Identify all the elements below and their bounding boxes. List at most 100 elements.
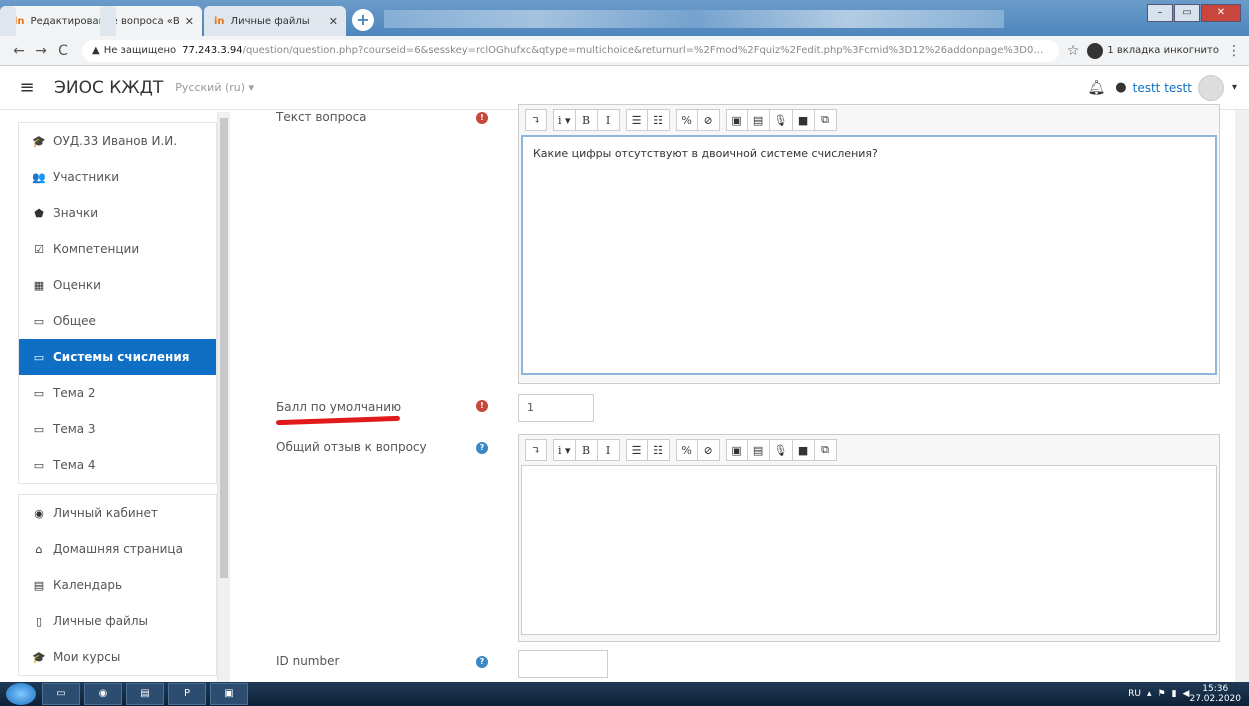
messages-icon[interactable]: ● (1115, 80, 1126, 95)
scrollbar-thumb[interactable] (220, 118, 228, 578)
incognito-indicator[interactable]: 1 вкладка инкогнито (1087, 42, 1219, 59)
folder-icon: ▭ (33, 314, 45, 328)
new-tab-button[interactable]: + (352, 9, 374, 31)
clock[interactable]: 15:36 27.02.2020 (1189, 684, 1241, 704)
site-name[interactable]: ЭИОС КЖДТ (54, 78, 163, 98)
bullet-list-icon[interactable]: ☰ (625, 439, 648, 461)
toolbar-group: % ⊘ (675, 109, 720, 131)
page-scrollbar[interactable] (1235, 110, 1249, 682)
numbered-list-icon[interactable]: ☷ (647, 439, 670, 461)
sidebar-item[interactable]: ◉ Личный кабинет (19, 495, 216, 531)
folder-icon: ▭ (33, 422, 45, 436)
info-style-icon[interactable]: i ▾ (553, 439, 576, 461)
notification-bell-icon[interactable]: 🔔︎ (1088, 80, 1106, 96)
editor-toolbar: ↴ i ▾ B I ☰ ☷% ⊘ ▣ ▤ 🎙︎ ■ ⧉ (519, 105, 1219, 135)
sidebar-item[interactable]: ▭ Общее (19, 303, 216, 339)
back-icon[interactable]: ← (8, 43, 30, 59)
close-icon[interactable]: ✕ (329, 15, 338, 28)
record-audio-icon[interactable]: 🎙︎ (769, 109, 793, 131)
explorer-taskbar-icon[interactable]: ▭ (42, 683, 80, 705)
sidebar-item[interactable]: 👥 Участники (19, 159, 216, 195)
window-taskbar-icon[interactable]: ▣ (210, 683, 248, 705)
toolbar-group: ↴ (525, 109, 547, 131)
browser-menu-icon[interactable]: ⋮ (1227, 43, 1241, 59)
link-icon[interactable]: % (675, 439, 698, 461)
info-style-icon[interactable]: i ▾ (553, 109, 576, 131)
record-video-icon[interactable]: ■ (792, 109, 815, 131)
link-icon[interactable]: % (675, 109, 698, 131)
toolbar-group: ☰ ☷ (625, 439, 670, 461)
volume-icon[interactable]: ◀ (1183, 689, 1190, 699)
sidebar-item[interactable]: ▭ Тема 2 (19, 375, 216, 411)
italic-icon[interactable]: I (597, 439, 620, 461)
toolbar-group: ▣ ▤ 🎙︎ ■ ⧉ (725, 109, 837, 131)
avatar[interactable] (1197, 74, 1224, 101)
paragraph-style-icon[interactable]: ↴ (525, 439, 547, 461)
chevron-down-icon[interactable]: ▾ (1232, 82, 1237, 93)
close-icon[interactable]: ✕ (185, 15, 194, 28)
language-selector[interactable]: Русский (ru) ▾ (175, 81, 254, 94)
paragraph-style-icon[interactable]: ↴ (525, 109, 547, 131)
bold-icon[interactable]: B (575, 109, 598, 131)
default-mark-label: Балл по умолчанию (276, 400, 402, 414)
dashboard-icon: ◉ (34, 506, 44, 520)
record-audio-icon[interactable]: 🎙︎ (769, 439, 793, 461)
reload-icon[interactable]: C (52, 43, 74, 59)
sidebar-item[interactable]: ▭ Тема 3 (19, 411, 216, 447)
user-name[interactable]: testt testt (1133, 81, 1192, 95)
chrome-taskbar-icon[interactable]: ◉ (84, 683, 122, 705)
minimize-icon[interactable]: – (1147, 4, 1173, 22)
window-close-icon[interactable]: ✕ (1201, 4, 1241, 22)
sidebar-item[interactable]: ☑ Компетенции (19, 231, 216, 267)
url-input[interactable]: ▲ Не защищено 77.243.3.94 /question/ques… (82, 39, 1059, 62)
course-navigation-drawer: 🎓 ОУД.33 Иванов И.И. 👥 Участники ⬟ Значки ☑ Ком… (18, 112, 218, 682)
manage-files-icon[interactable]: ⧉ (814, 109, 837, 131)
flag-icon[interactable]: ⚑ (1158, 689, 1166, 699)
language-indicator[interactable]: RU (1128, 689, 1141, 699)
unlink-icon[interactable]: ⊘ (697, 109, 720, 131)
default-mark-input[interactable]: 1 (518, 394, 594, 422)
italic-icon[interactable]: I (597, 109, 620, 131)
question-text-field[interactable]: Какие цифры отсутствуют в двоичной систе… (521, 135, 1217, 375)
sidebar-item[interactable]: ▤ Календарь (19, 567, 216, 603)
browser-tab-personal-files[interactable]: in Личные файлы ✕ (206, 6, 346, 36)
toolbar-group: ▣ ▤ 🎙︎ ■ ⧉ (725, 439, 837, 461)
users-icon: 👥 (32, 170, 46, 184)
general-feedback-field[interactable] (521, 465, 1217, 635)
sidebar-item[interactable]: 🎓 ОУД.33 Иванов И.И. (19, 123, 216, 159)
sidebar-item[interactable]: ▭ Тема 4 (19, 447, 216, 483)
sidebar-item[interactable]: ▯ Личные файлы (19, 603, 216, 639)
image-icon[interactable]: ▣ (725, 109, 748, 131)
sidebar-item-label: Календарь (53, 578, 123, 592)
general-feedback-editor: ↴ i ▾ B I ☰ ☷% ⊘ ▣ ▤ 🎙︎ ■ ⧉ (518, 434, 1220, 642)
numbered-list-icon[interactable]: ☷ (647, 109, 670, 131)
network-icon[interactable]: ▮ (1172, 689, 1177, 699)
sidebar-item-label: Общее (53, 314, 96, 328)
bold-icon[interactable]: B (575, 439, 598, 461)
image-icon[interactable]: ▣ (725, 439, 748, 461)
manage-files-icon[interactable]: ⧉ (814, 439, 837, 461)
help-icon[interactable]: ? (476, 656, 488, 668)
sidebar-item[interactable]: ▦ Оценки (19, 267, 216, 303)
bullet-list-icon[interactable]: ☰ (625, 109, 648, 131)
tab-title: Личные файлы (230, 15, 310, 27)
forward-icon[interactable]: → (30, 43, 52, 59)
bookmark-star-icon[interactable]: ☆ (1067, 43, 1080, 59)
sidebar-item[interactable]: ⌂ Домашняя страница (19, 531, 216, 567)
record-video-icon[interactable]: ■ (792, 439, 815, 461)
hamburger-menu-icon[interactable]: ≡ (12, 75, 42, 101)
unlink-icon[interactable]: ⊘ (697, 439, 720, 461)
help-icon[interactable]: ? (476, 442, 488, 454)
sidebar-item[interactable]: ⬟ Значки (19, 195, 216, 231)
tray-arrow-icon[interactable]: ▴ (1147, 689, 1152, 699)
folder-taskbar-icon[interactable]: ▤ (126, 683, 164, 705)
sidebar-item[interactable]: ▭ Системы счисления (19, 339, 216, 375)
start-button[interactable] (6, 683, 36, 705)
id-number-input[interactable] (518, 650, 608, 678)
media-icon[interactable]: ▤ (747, 109, 770, 131)
powerpoint-taskbar-icon[interactable]: P (168, 683, 206, 705)
sidebar-item[interactable]: 🎓 Мои курсы (19, 639, 216, 675)
maximize-icon[interactable]: ▭ (1174, 4, 1200, 22)
media-icon[interactable]: ▤ (747, 439, 770, 461)
sidebar-scrollbar[interactable] (218, 112, 230, 682)
